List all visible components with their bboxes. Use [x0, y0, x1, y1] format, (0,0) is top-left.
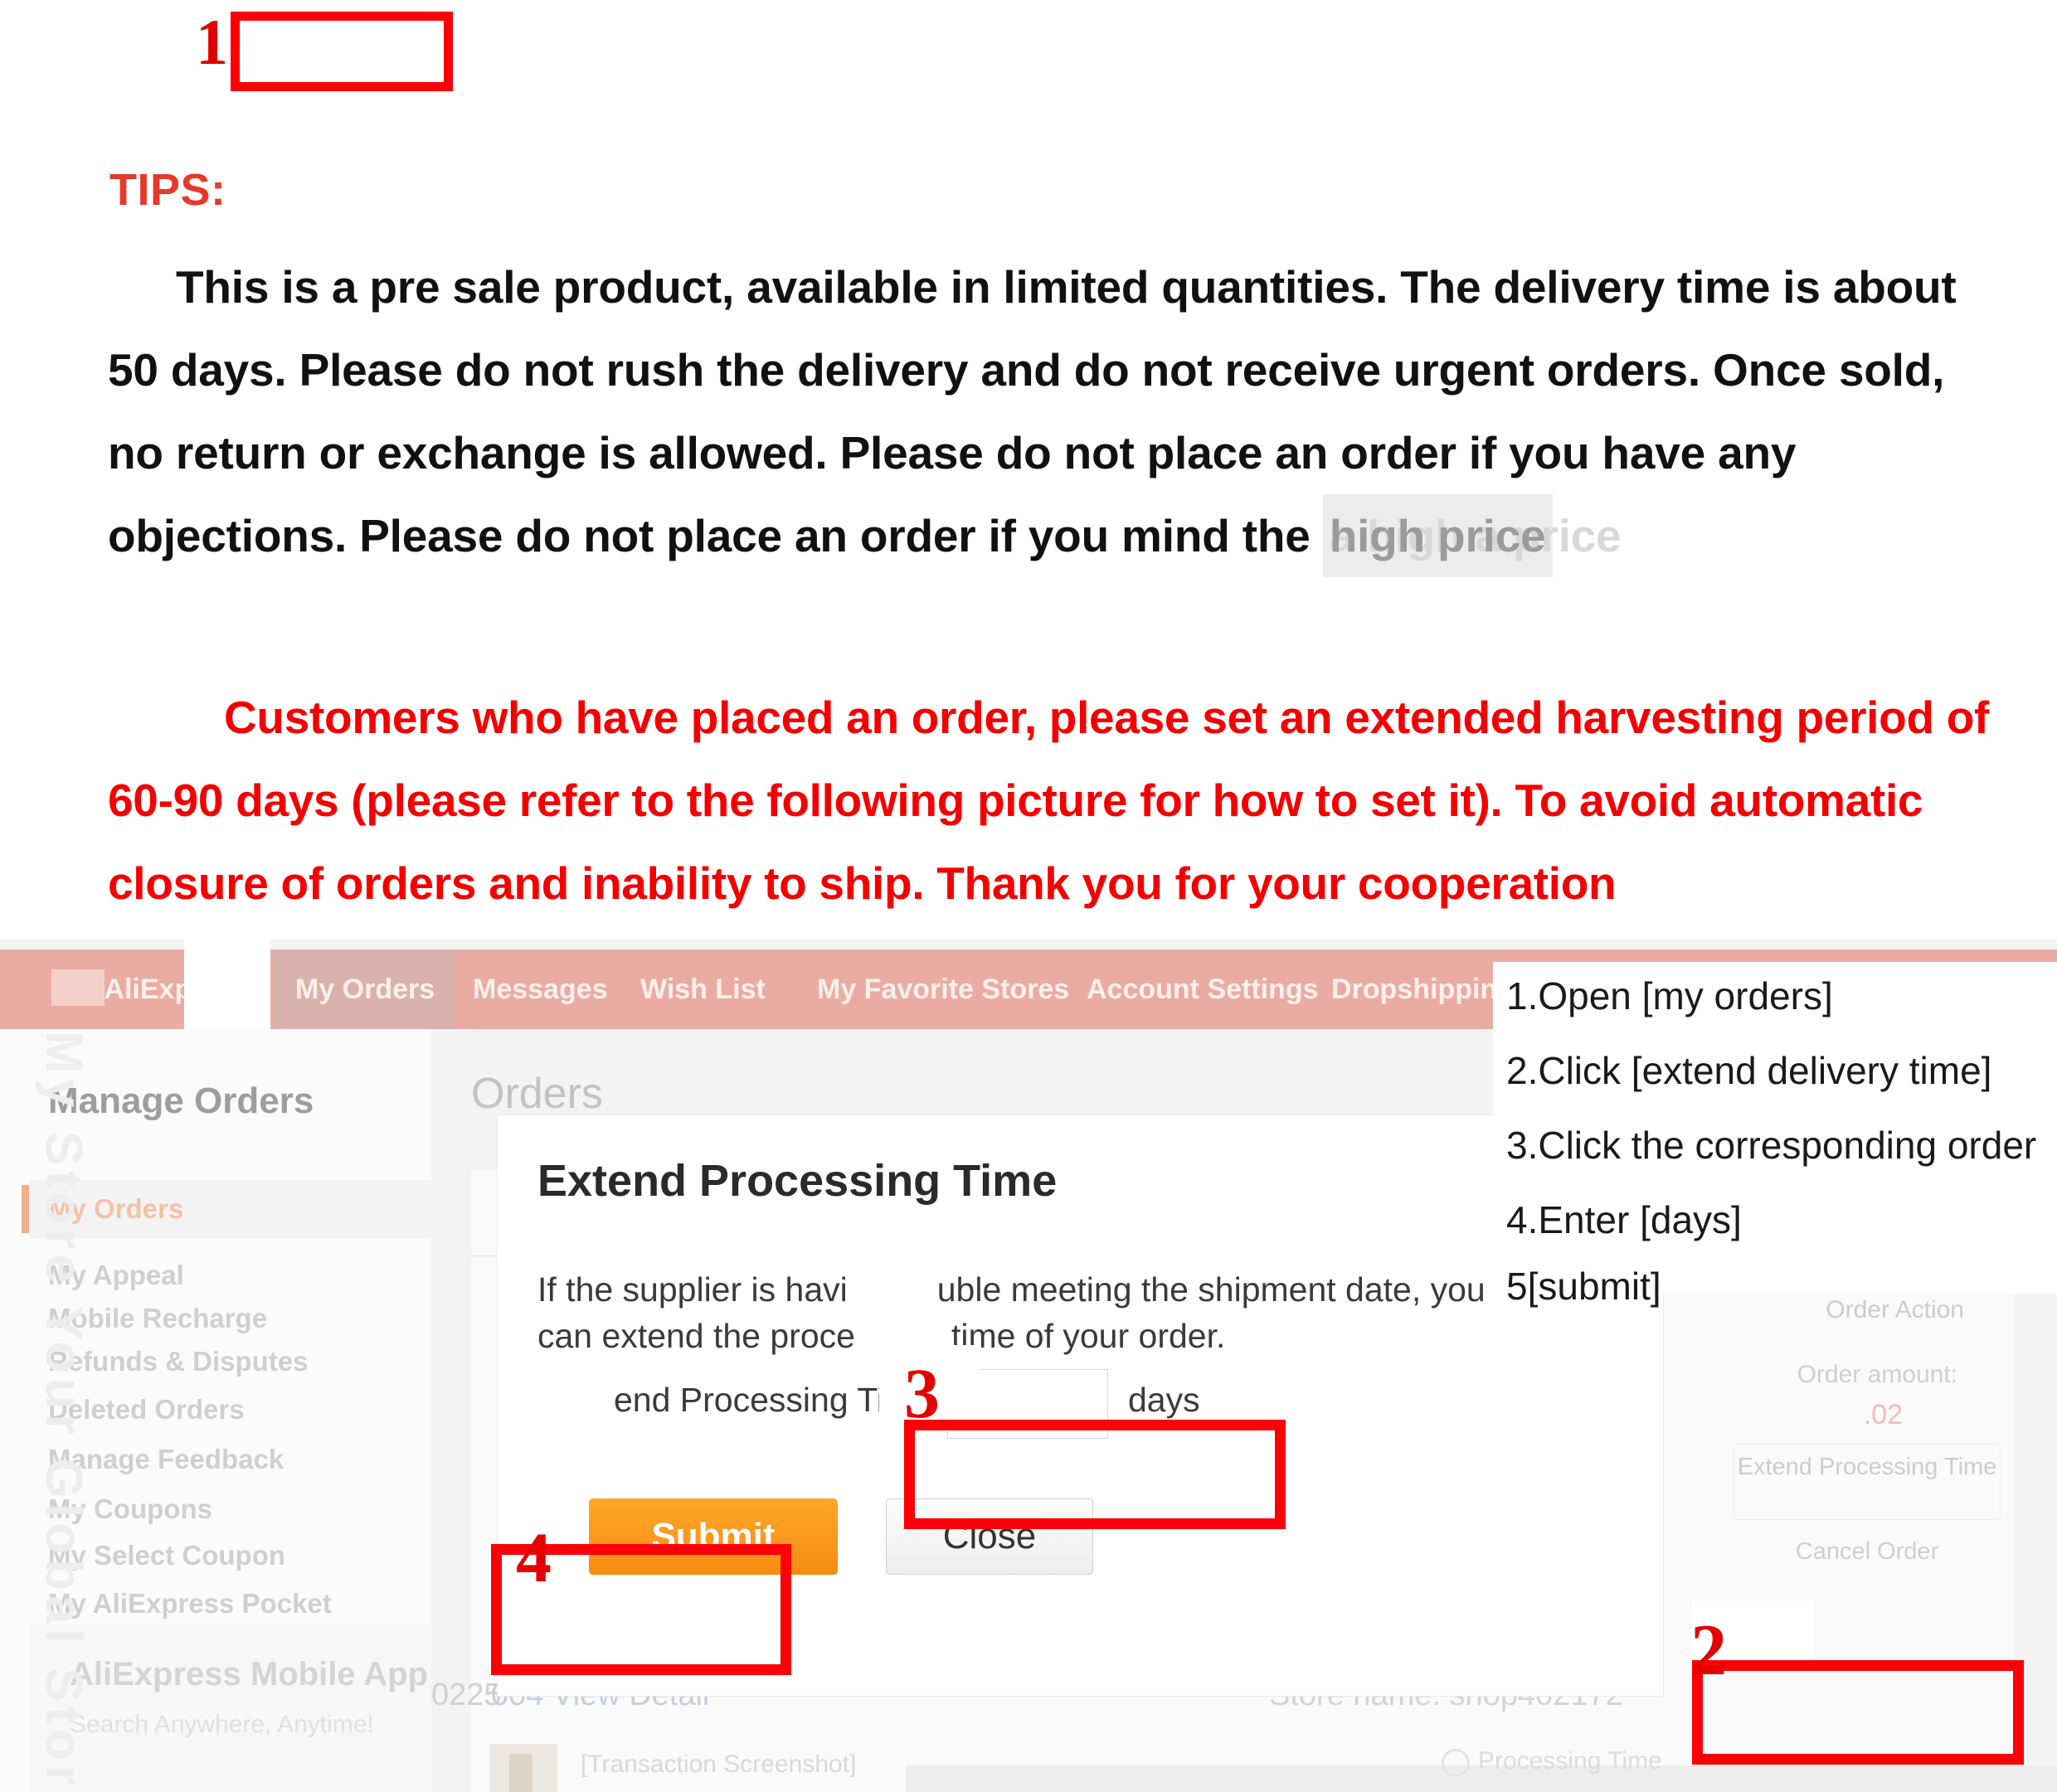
- dialog-body-1a: If the supplier is havi: [537, 1270, 848, 1309]
- high-price-highlight: a high a price high price: [1322, 494, 1622, 577]
- product-thumbnail[interactable]: [489, 1744, 557, 1792]
- instruction-step-4: 4.Enter [days]: [1506, 1198, 1742, 1241]
- nav-item-messages[interactable]: Messages: [473, 949, 608, 1029]
- instruction-step-3: 3.Click the corresponding order: [1506, 1124, 2037, 1167]
- annotation-box-3: [904, 1420, 1286, 1529]
- nav-label-account-settings: Account Settings: [1087, 974, 1319, 1005]
- nav-mask-overlay: [51, 969, 105, 1006]
- high-price-text: high price: [1329, 510, 1546, 561]
- nav-label-dropshipping: Dropshipping: [1331, 974, 1515, 1005]
- cancel-order-button[interactable]: Cancel Order: [1734, 1538, 2001, 1596]
- tips-paragraph: This is a pre sale product, available in…: [108, 245, 1957, 577]
- nav-label-my-favorite-stores: My Favorite Stores: [817, 974, 1070, 1005]
- clock-icon: [1442, 1749, 1470, 1777]
- processing-time-remaining: remaining: 7 hours 56: [1442, 1789, 1682, 1792]
- tips-text-block: TIPS: This is a pre sale product, availa…: [0, 0, 2057, 940]
- transaction-screenshot-label: [Transaction Screenshot]: [581, 1751, 857, 1778]
- navbar-white-gap: [184, 940, 270, 1039]
- days-unit-label: days: [1128, 1381, 1200, 1419]
- extend-processing-time-button[interactable]: Extend Processing Time: [1734, 1444, 2001, 1520]
- dialog-body-2b: time of your order.: [951, 1317, 1226, 1355]
- tips-red-text: Customers who have placed an order, plea…: [108, 692, 1990, 909]
- annotation-marker-3: 3: [904, 1353, 940, 1433]
- tips-heading: TIPS:: [109, 165, 226, 215]
- tips-paragraph-text: This is a pre sale product, available in…: [108, 261, 1957, 561]
- annotation-marker-2: 2: [1690, 1610, 1727, 1691]
- sidebar-app-promo-title: AliExpress Mobile App: [70, 1656, 428, 1692]
- nav-label-messages: Messages: [473, 974, 608, 1005]
- instruction-step-1: 1.Open [my orders]: [1506, 974, 1833, 1017]
- annotation-marker-1: 1: [196, 6, 228, 78]
- nav-item-dropshipping[interactable]: Dropshipping: [1331, 949, 1515, 1029]
- instructions-callout: 1.Open [my orders] 2.Click [extend deliv…: [1493, 962, 2057, 1308]
- order-amount-value: .02: [1863, 1399, 1903, 1430]
- page-title: Orders: [471, 1070, 603, 1118]
- nav-label-wish-list: Wish List: [640, 974, 766, 1005]
- annotation-marker-4: 4: [516, 1518, 552, 1597]
- tips-red-paragraph: Customers who have placed an order, plea…: [108, 676, 2007, 925]
- instruction-step-5: 5[submit]: [1506, 1265, 1661, 1308]
- page-watermark: My Store Your Global Store My Library St…: [35, 1031, 92, 1792]
- order-action-header: Order Action: [1826, 1296, 1964, 1323]
- nav-label-my-orders: My Orders: [295, 974, 435, 1005]
- dialog-body-2a: can extend the proce: [537, 1317, 855, 1355]
- annotation-box-2: [1692, 1660, 2024, 1765]
- dialog-body-line-1: If the supplier is havi uble meeting the …: [537, 1266, 1632, 1313]
- nav-item-my-orders[interactable]: My Orders: [274, 949, 457, 1029]
- dialog-body-line-2: can extend the proce time of your order.: [537, 1313, 1632, 1359]
- dialog-body-1b: uble meeting the shipment date, you: [936, 1270, 1486, 1309]
- sidebar-app-promo-subtitle: Search Anywhere, Anytime!: [70, 1711, 374, 1738]
- dialog-title: Extend Processing Time: [537, 1156, 1058, 1206]
- nav-item-my-favorite-stores[interactable]: My Favorite Stores: [817, 949, 1069, 1029]
- nav-item-account-settings[interactable]: Account Settings: [1087, 949, 1319, 1029]
- nav-item-wish-list[interactable]: Wish List: [640, 949, 766, 1029]
- sidebar-active-indicator: [22, 1185, 29, 1233]
- annotation-box-1: [231, 12, 453, 91]
- instruction-step-2: 2.Click [extend delivery time]: [1506, 1049, 1992, 1092]
- order-amount-label: Order amount:: [1797, 1361, 1957, 1388]
- processing-time-label: Processing Time: [1478, 1747, 1662, 1775]
